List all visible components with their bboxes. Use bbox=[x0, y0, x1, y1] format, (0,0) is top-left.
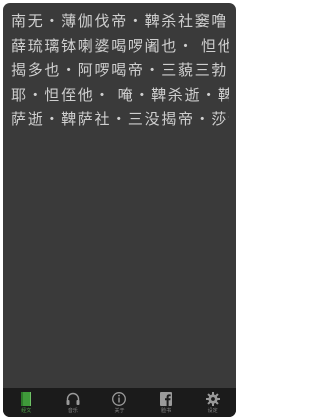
mantra-text: 南无・薄伽伐帝・鞞杀社窭噜・ 薛琉璃钵喇婆喝啰阇也・ 怛他 揭多也・阿啰喝帝・三… bbox=[3, 3, 236, 388]
mantra-line: 薛琉璃钵喇婆喝啰阇也・ 怛他 bbox=[11, 36, 229, 55]
facebook-icon bbox=[160, 392, 173, 406]
tab-bar: 经文 音乐 关于 脸书 设定 bbox=[3, 388, 236, 417]
app-screen: 南无・薄伽伐帝・鞞杀社窭噜・ 薛琉璃钵喇婆喝啰阇也・ 怛他 揭多也・阿啰喝帝・三… bbox=[3, 3, 236, 417]
info-icon bbox=[112, 392, 127, 406]
tab-music[interactable]: 音乐 bbox=[50, 388, 97, 417]
tab-label: 关于 bbox=[114, 408, 125, 414]
mantra-line: 耶・怛侄他・ 唵・鞞杀逝・鞞 bbox=[11, 85, 229, 104]
tab-settings[interactable]: 设定 bbox=[189, 388, 236, 417]
headphones-icon bbox=[66, 392, 80, 405]
tab-label: 脸书 bbox=[161, 408, 172, 414]
mantra-line: 南无・薄伽伐帝・鞞杀社窭噜・ bbox=[11, 12, 229, 30]
tab-label: 音乐 bbox=[67, 408, 78, 414]
book-icon bbox=[21, 392, 32, 406]
mantra-line: 揭多也・阿啰喝帝・三藐三勃陀 bbox=[11, 61, 229, 79]
tab-about[interactable]: 关于 bbox=[96, 388, 143, 417]
tab-label: 设定 bbox=[207, 408, 218, 414]
tab-label: 经文 bbox=[21, 408, 32, 414]
gear-icon bbox=[205, 392, 220, 406]
tab-sutra[interactable]: 经文 bbox=[3, 388, 50, 417]
tab-facebook[interactable]: 脸书 bbox=[143, 388, 190, 417]
mantra-line: 萨逝・鞞萨社・三没揭帝・莎诃 bbox=[11, 110, 229, 128]
